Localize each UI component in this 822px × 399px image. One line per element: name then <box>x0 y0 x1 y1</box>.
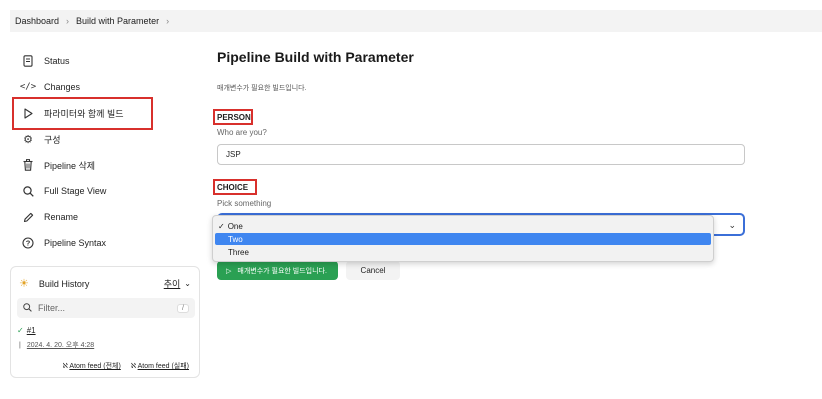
code-icon: </> <box>19 82 37 92</box>
build-history-title: Build History <box>38 278 90 289</box>
atom-feeds: ℵ Atom feed (전체) ℵ Atom feed (실패) <box>63 361 189 371</box>
build-history-panel: ☀ Build History 추이 ⌄ Filter... / ✓ #1 | 20… <box>10 266 200 378</box>
build-button[interactable]: ▷ 매개변수가 필요한 빌드입니다. <box>217 261 338 280</box>
rss-icon: ℵ <box>130 363 137 370</box>
page-description: 매개변수가 필요한 빌드입니다. <box>217 85 307 92</box>
sidebar-item-label: Pipeline Syntax <box>44 238 107 248</box>
chevron-down-icon[interactable]: ⌄ <box>184 279 191 288</box>
sidebar-item-full-stage-view[interactable]: Full Stage View <box>10 178 106 204</box>
build-date-link[interactable]: 2024. 4. 20. 오후 4:28 <box>27 342 94 349</box>
atom-feed-all-link[interactable]: Atom feed (전체) <box>69 363 120 370</box>
choice-option-label: Two <box>228 234 243 244</box>
choice-dropdown-list: ✓ One Two Three <box>212 215 714 262</box>
chevron-right-icon[interactable]: › <box>166 16 169 26</box>
sidebar-item-pipeline-syntax[interactable]: ? Pipeline Syntax <box>10 230 106 256</box>
sidebar-item-delete-pipeline[interactable]: Pipeline 삭제 <box>10 152 95 178</box>
sidebar-item-status[interactable]: Status <box>10 48 70 74</box>
sidebar-item-label: Rename <box>44 212 79 222</box>
build-history-header: ☀ Build History 추이 ⌄ <box>19 277 191 290</box>
build-date: | 2024. 4. 20. 오후 4:28 <box>19 342 95 349</box>
person-input-value: JSP <box>226 150 241 159</box>
person-input[interactable]: JSP <box>217 144 745 165</box>
svg-text:?: ? <box>26 239 31 248</box>
atom-feed-fail-link[interactable]: Atom feed (실패) <box>138 363 189 370</box>
pencil-icon <box>20 212 36 223</box>
param-name-choice: CHOICE <box>217 183 249 192</box>
search-icon <box>23 302 32 314</box>
rss-icon: ℵ <box>62 363 68 370</box>
filter-placeholder: Filter... <box>38 303 66 313</box>
play-icon: ▷ <box>226 267 232 275</box>
checkmark-icon: ✓ <box>218 221 225 231</box>
choice-option-two[interactable]: Two <box>215 233 711 245</box>
sidebar-item-label: Pipeline 삭제 <box>44 160 96 171</box>
build-entry[interactable]: ✓ #1 <box>17 326 36 335</box>
param-desc-choice: Pick something <box>217 199 272 208</box>
breadcrumb-dashboard[interactable]: Dashboard <box>15 16 59 26</box>
success-check-icon: ✓ <box>17 326 24 335</box>
sidebar-item-label: Status <box>44 56 70 66</box>
choice-option-one[interactable]: ✓ One <box>215 220 711 232</box>
param-name-person: PERSON <box>217 113 251 122</box>
page-title: Pipeline Build with Parameter <box>217 49 414 65</box>
feed-all[interactable]: ℵ Atom feed (전체) <box>63 361 121 371</box>
sidebar-item-label: Changes <box>44 82 81 92</box>
filter-shortcut-badge: / <box>177 303 189 313</box>
build-number-link[interactable]: #1 <box>27 326 36 335</box>
choice-option-three[interactable]: Three <box>215 246 711 258</box>
main-content: Pipeline Build with Parameter 매개변수가 필요한 … <box>217 0 807 399</box>
choice-option-label: Three <box>228 247 249 257</box>
sun-icon: ☀ <box>19 278 29 290</box>
sidebar-item-rename[interactable]: Rename <box>10 204 78 230</box>
chevron-right-icon: › <box>66 16 70 26</box>
sidebar-item-label: 구성 <box>44 134 61 145</box>
cancel-button[interactable]: Cancel <box>346 261 400 280</box>
build-button-label: 매개변수가 필요한 빌드입니다. <box>237 267 327 275</box>
param-desc-person: Who are you? <box>217 128 267 137</box>
choice-option-label: One <box>227 221 243 231</box>
gear-icon: ⚙ <box>23 133 33 146</box>
trash-icon <box>20 159 36 171</box>
feed-fail[interactable]: ℵ Atom feed (실패) <box>131 361 189 371</box>
breadcrumb-job[interactable]: Build with Parameter <box>76 16 159 26</box>
filter-input[interactable]: Filter... / <box>17 298 195 318</box>
trend-link[interactable]: 추이 <box>164 277 181 290</box>
annotation-box-sidebar <box>12 97 153 130</box>
chevron-down-icon: ⌄ <box>728 220 736 230</box>
help-icon: ? <box>20 237 36 249</box>
search-icon <box>20 185 36 197</box>
sidebar-item-label: Full Stage View <box>44 186 107 196</box>
document-icon <box>20 55 36 67</box>
